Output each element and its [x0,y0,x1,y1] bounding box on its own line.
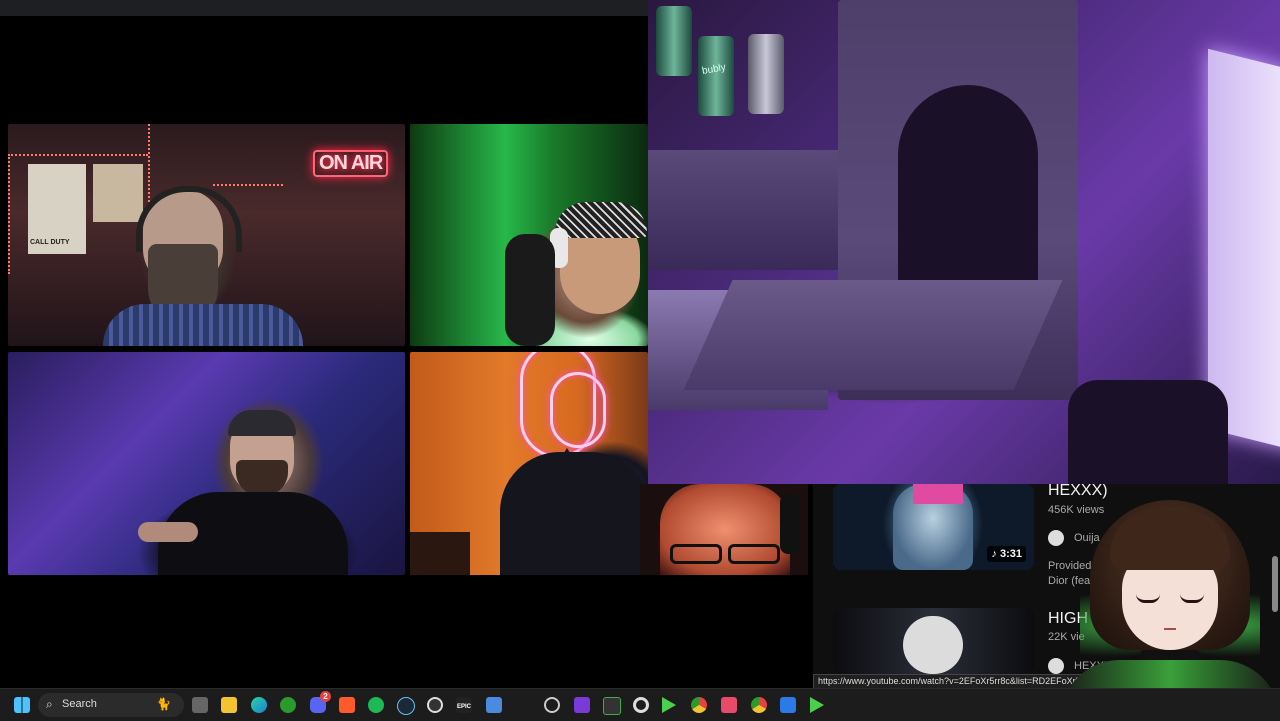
settings-icon[interactable] [633,697,649,713]
file-explorer-icon[interactable] [221,697,237,713]
brave-icon[interactable] [339,697,355,713]
duration-text: 3:31 [999,548,1022,560]
windows-start-icon[interactable] [14,697,30,713]
drink-can: bubly [698,36,734,116]
vtuber-avatar [1060,480,1280,720]
search-label: Search [62,698,97,710]
shirt [103,304,303,346]
notepad-icon[interactable] [486,697,502,713]
avatar-eye [1136,594,1160,603]
xbox-icon[interactable] [280,697,296,713]
steam-icon[interactable] [397,697,415,715]
string-lights [8,154,12,274]
video-tile-participant-2[interactable] [410,124,648,346]
cat-ear [555,448,579,468]
obs-icon[interactable] [427,697,443,713]
drink-can [656,6,692,76]
task-view-icon[interactable] [192,697,208,713]
webcam-overlay [640,484,808,575]
chrome-alt-icon[interactable] [751,697,767,713]
app-icon[interactable] [544,697,560,713]
avatar-bangs [1110,510,1230,570]
cat-house-platform [683,280,1063,390]
thumbnail-hair [913,484,963,504]
play-alt-icon[interactable] [810,697,824,713]
discord-icon[interactable]: 2 [310,691,331,713]
chrome-icon[interactable] [691,697,707,713]
taskbar-search-box[interactable]: ⌕ Search 🐈 [38,693,184,717]
glasses [728,544,780,564]
headphones [780,494,800,554]
bandana [555,202,647,238]
drink-can [748,34,784,114]
search-icon: ⌕ [46,697,53,711]
glasses [670,544,722,564]
video-tile-participant-4[interactable] [410,352,648,575]
terminal-icon[interactable] [603,697,621,715]
epic-label: EPIC [456,704,471,710]
on-air-text: ON AIR [319,152,383,174]
string-lights [8,154,148,158]
gaming-chair [505,234,555,346]
edge-icon[interactable] [251,697,267,713]
arm [138,522,198,542]
cat-silhouette [500,452,648,575]
beard [236,460,288,496]
play-icon[interactable] [662,697,676,713]
poster: CALL DUTY [28,164,86,254]
app-blue-icon[interactable] [780,697,796,713]
video-tile-participant-1[interactable]: CALL DUTY ON AIR [8,124,405,346]
string-lights [213,184,283,188]
video-duration: ♪ 3:31 [987,546,1026,562]
can-label: bubly [701,62,727,77]
poster [93,164,143,222]
search-highlight-icon: 🐈 [156,697,171,711]
video-thumbnail[interactable] [833,608,1034,674]
neon-light [550,372,606,448]
video-tile-participant-3[interactable] [8,352,405,575]
avatar-eye [1180,594,1204,603]
windows-taskbar: ⌕ Search 🐈 2 EPIC [0,688,1280,721]
video-thumbnail[interactable]: ♪ 3:31 [833,484,1034,570]
avatar-mouth [1164,628,1176,630]
poster-text: CALL DUTY [30,239,70,246]
gaming-chair [410,532,470,575]
music-note-icon: ♪ [991,548,1000,560]
cap [228,410,296,436]
window-title-strip [0,0,648,16]
vivaldi-icon[interactable] [721,697,737,713]
chair-back [1068,380,1228,484]
on-air-sign: ON AIR [313,150,389,177]
notification-badge: 2 [320,691,331,702]
thumbnail-figure [903,616,963,674]
capture-icon[interactable] [574,697,590,713]
epic-games-icon[interactable]: EPIC [456,697,472,713]
spotify-icon[interactable] [368,697,384,713]
room-camera-view: bubly [648,0,1280,484]
